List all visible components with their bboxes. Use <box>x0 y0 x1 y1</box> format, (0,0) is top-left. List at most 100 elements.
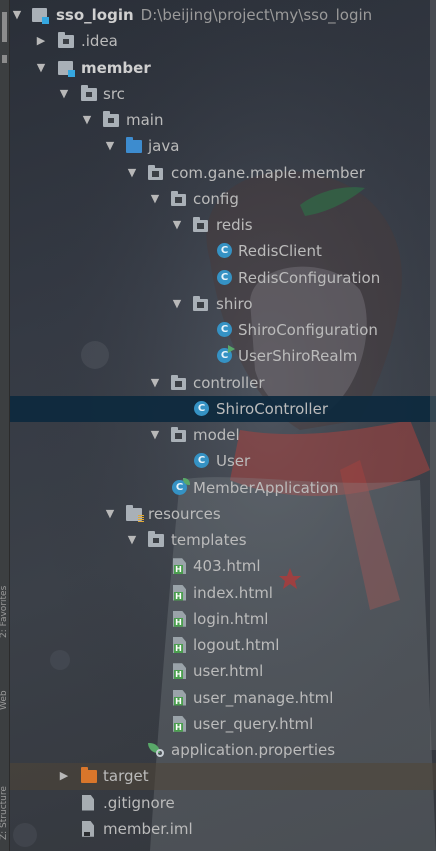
tree-item-sso-login[interactable]: ▼ sso_login D:\beijing\project\my\sso_log… <box>10 2 436 28</box>
tree-item-gitignore[interactable]: .gitignore <box>10 790 436 816</box>
source-folder-icon <box>126 137 142 154</box>
chevron-down-icon[interactable]: ▼ <box>125 160 139 186</box>
structure-tool-tab[interactable]: Z: Structure <box>0 745 9 840</box>
chevron-right-icon[interactable]: ▶ <box>34 28 48 54</box>
excluded-folder-icon <box>81 767 97 784</box>
tree-item-label: ShiroConfiguration <box>238 321 378 339</box>
tree-item-user-query-html[interactable]: H user_query.html <box>10 711 436 737</box>
chevron-down-icon[interactable]: ▼ <box>170 212 184 238</box>
html-file-icon: H <box>173 610 186 627</box>
tree-item-label: logout.html <box>193 636 280 654</box>
tree-item-target[interactable]: ▶ target <box>10 763 436 790</box>
tree-item-member-iml[interactable]: member.iml <box>10 816 436 842</box>
project-tool-window: 2: Favorites Web Z: Structure ▼ sso_logi… <box>0 0 436 851</box>
tree-item-templates[interactable]: ▼ templates <box>10 527 436 553</box>
tree-item-label: MemberApplication <box>193 478 339 497</box>
tree-item-label: user_manage.html <box>193 688 334 707</box>
tree-item-config[interactable]: ▼ config <box>10 186 436 212</box>
tree-item-user-manage-html[interactable]: H user_manage.html <box>10 685 436 711</box>
folder-icon <box>58 32 74 49</box>
package-icon <box>171 427 186 442</box>
tree-item-label: controller <box>193 373 265 392</box>
tree-item-label: .idea <box>81 32 118 51</box>
tree-item-login-html[interactable]: H login.html <box>10 606 436 632</box>
class-icon: C <box>194 453 209 469</box>
chevron-down-icon[interactable]: ▼ <box>170 291 184 317</box>
chevron-right-icon[interactable]: ▶ <box>57 763 71 789</box>
chevron-down-icon[interactable]: ▼ <box>148 186 162 212</box>
tree-item-usershirorealm[interactable]: C UserShiroRealm <box>10 343 436 369</box>
tree-item-index-html[interactable]: H index.html <box>10 580 436 606</box>
tree-item-idea[interactable]: ▶ .idea <box>10 28 436 54</box>
tree-item-label: UserShiroRealm <box>238 347 358 366</box>
class-icon: C <box>217 345 235 364</box>
tree-item-redis[interactable]: ▼ redis <box>10 212 436 238</box>
resources-folder-icon <box>126 504 144 522</box>
tree-item-application-properties[interactable]: application.properties <box>10 737 436 763</box>
tree-item-label: User <box>216 452 251 471</box>
package-icon <box>171 374 186 390</box>
folder-icon <box>81 84 97 101</box>
tree-item-controller[interactable]: ▼ controller <box>10 370 436 396</box>
tree-item-label: redis <box>216 216 253 234</box>
tree-item-label: templates <box>171 531 247 549</box>
tree-item-member[interactable]: ▼ member <box>10 55 436 81</box>
project-path: D:\beijing\project\my\sso_login <box>140 6 373 24</box>
tree-item-shiroconfiguration[interactable]: C ShiroConfiguration <box>10 317 436 343</box>
tree-item-memberapplication[interactable]: C MemberApplication <box>10 475 436 501</box>
tree-item-label: config <box>193 189 239 208</box>
folder-icon <box>103 111 119 127</box>
html-file-icon: H <box>173 637 186 653</box>
left-tool-strip: 2: Favorites Web Z: Structure <box>0 0 10 851</box>
chevron-down-icon[interactable]: ▼ <box>10 2 24 28</box>
package-icon <box>171 190 186 206</box>
class-icon: C <box>194 400 209 416</box>
tree-item-user-html[interactable]: H user.html <box>10 658 436 684</box>
tree-item-label: java <box>148 137 180 156</box>
tree-item-label: index.html <box>193 583 273 602</box>
spring-boot-class-icon: C <box>172 477 190 495</box>
module-folder-icon <box>58 60 75 77</box>
web-tool-tab[interactable]: Web <box>0 670 9 710</box>
chevron-down-icon[interactable]: ▼ <box>125 527 139 553</box>
tree-item-shiro[interactable]: ▼ shiro <box>10 291 436 317</box>
tree-item-main[interactable]: ▼ main <box>10 107 436 133</box>
chevron-down-icon[interactable]: ▼ <box>34 55 48 81</box>
chevron-down-icon[interactable]: ▼ <box>103 501 117 527</box>
iml-file-icon <box>82 820 94 837</box>
class-icon: C <box>217 269 232 285</box>
project-tool-tab-marker <box>2 55 7 63</box>
tree-item-403-html[interactable]: H 403.html <box>10 553 436 579</box>
chevron-down-icon[interactable]: ▼ <box>148 422 162 448</box>
tree-item-java[interactable]: ▼ java <box>10 133 436 159</box>
tree-item-redisclient[interactable]: C RedisClient <box>10 238 436 264</box>
chevron-down-icon[interactable]: ▼ <box>103 133 117 159</box>
tree-item-user[interactable]: C User <box>10 448 436 474</box>
tree-item-resources[interactable]: ▼ resources <box>10 501 436 527</box>
chevron-down-icon[interactable]: ▼ <box>148 370 162 396</box>
tree-item-package[interactable]: ▼ com.gane.maple.member <box>10 160 436 186</box>
tree-item-label: resources <box>148 504 221 523</box>
favorites-tool-tab[interactable]: 2: Favorites <box>0 548 9 638</box>
html-file-icon: H <box>173 663 186 680</box>
project-tool-tab[interactable] <box>2 12 7 42</box>
html-file-icon: H <box>173 715 186 732</box>
tree-item-label: src <box>103 84 125 103</box>
tree-scrollbar[interactable] <box>430 0 436 750</box>
tree-item-label: 403.html <box>193 557 261 576</box>
module-folder-icon <box>32 8 49 24</box>
chevron-down-icon[interactable]: ▼ <box>80 107 94 133</box>
tree-item-model[interactable]: ▼ model <box>10 422 436 448</box>
project-tree: ▼ sso_login D:\beijing\project\my\sso_log… <box>10 2 436 842</box>
chevron-down-icon[interactable]: ▼ <box>57 81 71 107</box>
tree-item-label: RedisClient <box>238 242 322 261</box>
html-file-icon: H <box>173 558 186 575</box>
tree-item-src[interactable]: ▼ src <box>10 81 436 107</box>
properties-file-icon <box>148 743 164 757</box>
tree-item-shirocontroller[interactable]: C ShiroController <box>10 395 436 422</box>
tree-item-label: target <box>103 767 149 786</box>
tree-item-logout-html[interactable]: H logout.html <box>10 632 436 658</box>
tree-item-redisconfiguration[interactable]: C RedisConfiguration <box>10 265 436 291</box>
tree-item-label: user.html <box>193 662 264 681</box>
tree-item-label: member <box>81 58 151 77</box>
